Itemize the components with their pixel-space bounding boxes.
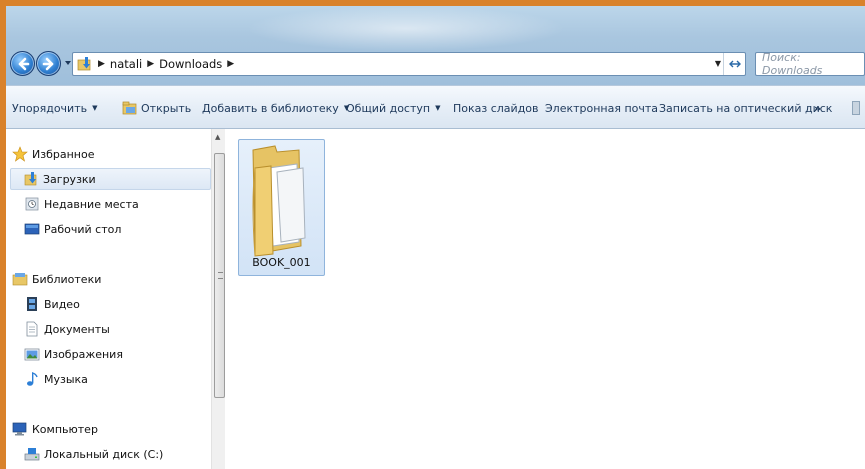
burn-button[interactable]: Записать на оптический диск bbox=[659, 100, 832, 116]
scroll-thumb[interactable] bbox=[214, 153, 225, 398]
grip-icon bbox=[218, 272, 223, 279]
slideshow-button[interactable]: Показ слайдов bbox=[453, 100, 539, 116]
file-list[interactable]: BOOK_001 bbox=[226, 129, 865, 469]
breadcrumb-natali[interactable]: natali bbox=[110, 57, 142, 71]
refresh-icon bbox=[728, 60, 741, 68]
star-icon bbox=[12, 146, 28, 162]
nav-downloads-label: Загрузки bbox=[43, 172, 96, 186]
nav-documents[interactable]: Документы bbox=[12, 318, 110, 340]
open-button[interactable]: Открыть bbox=[122, 100, 191, 116]
add-to-library-label: Добавить в библиотеку bbox=[202, 101, 339, 115]
address-history-dropdown-icon[interactable]: ▼ bbox=[715, 59, 721, 68]
chevron-down-icon: ▼ bbox=[435, 104, 441, 112]
computer-icon bbox=[12, 421, 28, 437]
breadcrumb-separator-icon[interactable]: ▶ bbox=[147, 59, 154, 69]
nav-favorites-label: Избранное bbox=[32, 147, 95, 161]
nav-recent-places[interactable]: Недавние места bbox=[12, 193, 139, 215]
forward-button[interactable] bbox=[36, 51, 61, 76]
add-to-library-button[interactable]: Добавить в библиотеку ▼ bbox=[202, 100, 349, 116]
music-icon bbox=[24, 371, 40, 387]
email-label: Электронная почта bbox=[545, 101, 659, 115]
explorer-window: ▶ natali ▶ Downloads ▶ ▼ Поиск: Download… bbox=[6, 6, 865, 469]
nav-libraries-label: Библиотеки bbox=[32, 272, 102, 286]
title-bar: ▶ natali ▶ Downloads ▶ ▼ Поиск: Download… bbox=[6, 6, 865, 85]
organize-button[interactable]: Упорядочить ▼ bbox=[12, 100, 98, 116]
nav-libraries[interactable]: Библиотеки bbox=[12, 268, 101, 290]
nav-local-disk[interactable]: Локальный диск (C:) bbox=[12, 443, 163, 465]
recent-pages-dropdown-icon[interactable] bbox=[64, 59, 72, 67]
nav-recent-label: Недавние места bbox=[44, 197, 139, 211]
nav-music[interactable]: Музыка bbox=[12, 368, 88, 390]
desktop-icon bbox=[24, 221, 40, 237]
open-label: Открыть bbox=[141, 101, 192, 115]
libraries-icon bbox=[12, 271, 28, 287]
share-button[interactable]: Общий доступ ▼ bbox=[346, 100, 440, 116]
downloads-folder-icon bbox=[77, 56, 93, 72]
nav-favorites[interactable]: Избранное bbox=[12, 143, 94, 165]
slideshow-label: Показ слайдов bbox=[453, 101, 539, 115]
file-item-folder[interactable]: BOOK_001 bbox=[238, 139, 325, 276]
nav-scrollbar[interactable]: ▲ bbox=[211, 129, 225, 469]
view-options-icon[interactable] bbox=[852, 101, 860, 115]
nav-video[interactable]: Видео bbox=[12, 293, 80, 315]
share-label: Общий доступ bbox=[346, 101, 431, 115]
chevron-down-icon: ▼ bbox=[92, 104, 98, 112]
nav-computer[interactable]: Компьютер bbox=[12, 418, 98, 440]
nav-pictures[interactable]: Изображения bbox=[12, 343, 123, 365]
recent-places-icon bbox=[24, 196, 40, 212]
nav-local-disk-label: Локальный диск (C:) bbox=[44, 447, 164, 461]
disk-drive-icon bbox=[24, 446, 40, 462]
documents-icon bbox=[24, 321, 40, 337]
forward-arrow-icon bbox=[42, 57, 54, 71]
pictures-icon bbox=[24, 346, 40, 362]
breadcrumb-separator-icon[interactable]: ▶ bbox=[227, 59, 234, 69]
nav-video-label: Видео bbox=[44, 297, 80, 311]
back-arrow-icon bbox=[18, 57, 30, 71]
downloads-icon bbox=[23, 171, 39, 187]
nav-music-label: Музыка bbox=[44, 372, 88, 386]
nav-desktop-label: Рабочий стол bbox=[44, 222, 122, 236]
folder-icon bbox=[252, 145, 306, 257]
file-name: BOOK_001 bbox=[252, 256, 311, 269]
email-button[interactable]: Электронная почта bbox=[545, 100, 658, 116]
burn-label: Записать на оптический диск bbox=[659, 101, 833, 115]
back-button[interactable] bbox=[10, 51, 35, 76]
nav-computer-label: Компьютер bbox=[32, 422, 98, 436]
search-input[interactable]: Поиск: Downloads bbox=[755, 51, 865, 77]
refresh-button[interactable] bbox=[723, 53, 745, 75]
nav-downloads[interactable]: Загрузки bbox=[10, 168, 211, 190]
open-folder-icon bbox=[122, 101, 137, 115]
address-bar[interactable]: ▶ natali ▶ Downloads ▶ ▼ bbox=[72, 52, 746, 76]
nav-pictures-label: Изображения bbox=[44, 347, 123, 361]
breadcrumb-separator-icon[interactable]: ▶ bbox=[98, 59, 105, 69]
video-icon bbox=[24, 296, 40, 312]
more-commands-button[interactable]: » bbox=[814, 100, 821, 116]
nav-documents-label: Документы bbox=[44, 322, 110, 336]
command-bar: Упорядочить ▼ Открыть Добавить в библиоте… bbox=[6, 85, 865, 129]
breadcrumb-downloads[interactable]: Downloads bbox=[159, 57, 222, 71]
navigation-pane: Избранное Загрузки Недавние места Рабочи… bbox=[6, 129, 225, 469]
search-placeholder: Поиск: Downloads bbox=[762, 51, 823, 77]
organize-label: Упорядочить bbox=[12, 101, 88, 115]
more-label: » bbox=[814, 101, 822, 115]
scroll-up-icon[interactable]: ▲ bbox=[215, 133, 220, 141]
nav-desktop[interactable]: Рабочий стол bbox=[12, 218, 121, 240]
